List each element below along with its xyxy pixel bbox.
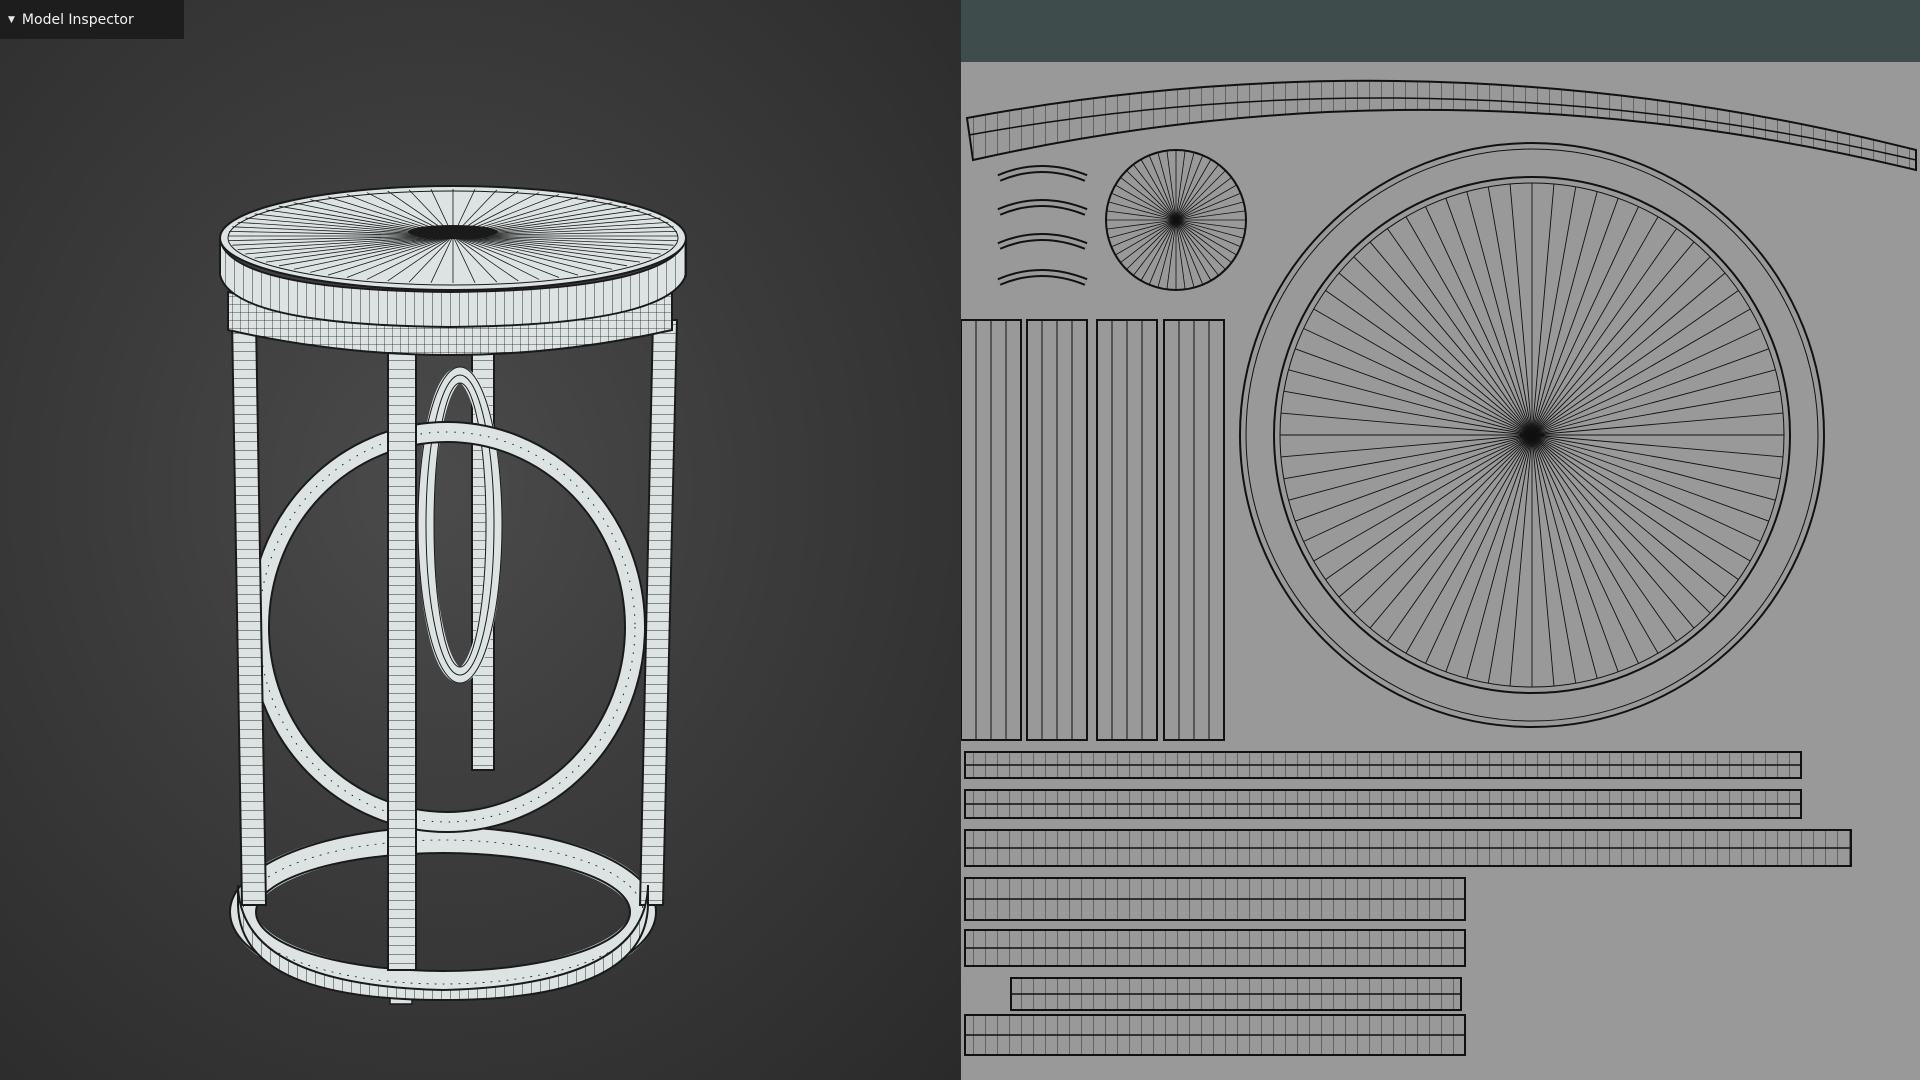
3d-viewport[interactable]: ▼ Model Inspector [0, 0, 961, 1080]
uv-layout [961, 62, 1920, 1080]
model-inspector-label: Model Inspector [21, 11, 134, 28]
caret-down-icon: ▼ [8, 14, 15, 25]
inner-ring [417, 366, 503, 684]
uv-small-disc [1105, 149, 1247, 291]
front-leg [387, 349, 417, 1005]
front-ring [248, 421, 646, 833]
uv-leg-strips [961, 319, 1226, 741]
uv-editor-panel[interactable] [961, 0, 1920, 1080]
left-leg [230, 319, 268, 906]
right-leg [638, 319, 679, 906]
model-inspector-toggle[interactable]: ▼ Model Inspector [0, 0, 184, 39]
stool-wireframe-model [219, 185, 687, 1005]
seat-top [219, 185, 687, 291]
